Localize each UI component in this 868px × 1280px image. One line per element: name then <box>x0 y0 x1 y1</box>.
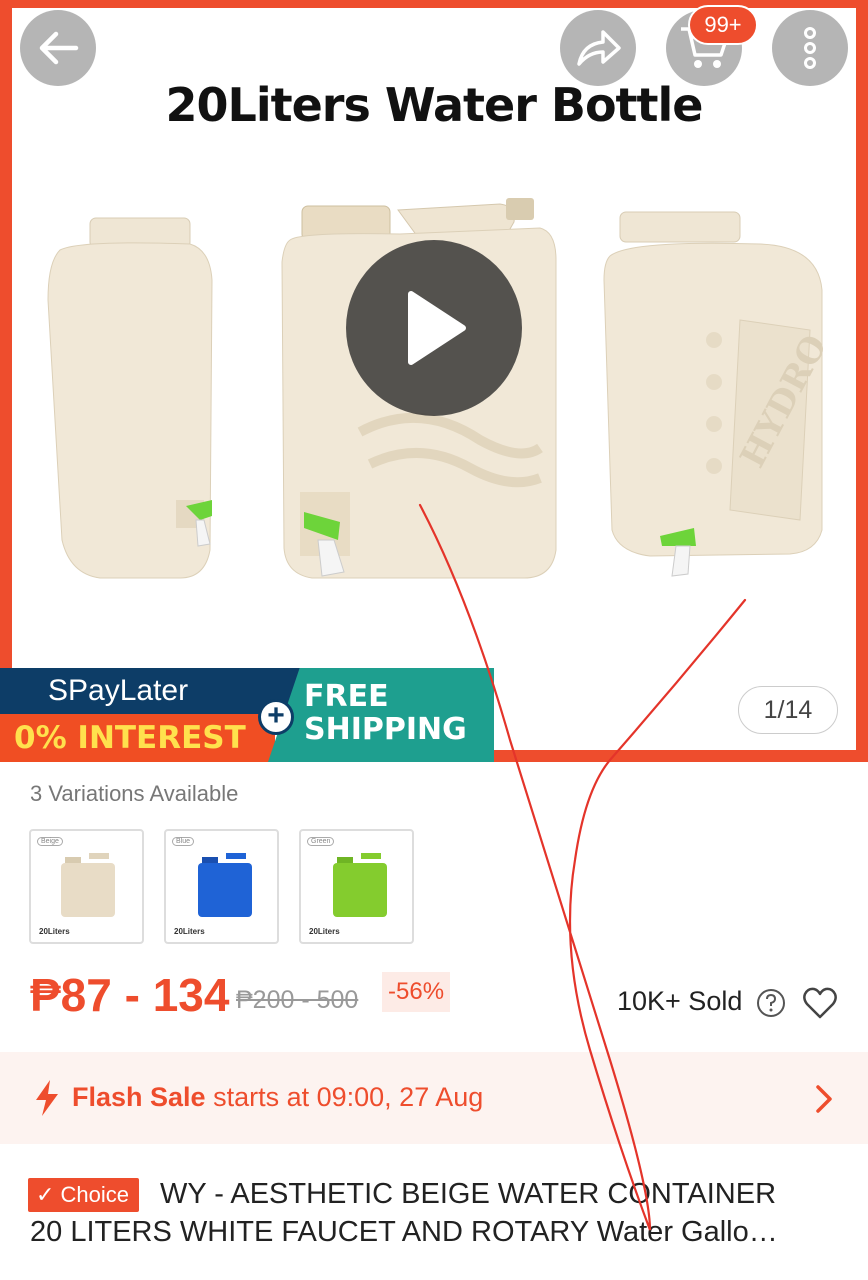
play-video-button[interactable] <box>346 240 522 416</box>
question-icon[interactable] <box>756 988 786 1018</box>
image-pager: 1/14 <box>738 686 838 734</box>
share-icon <box>577 30 621 66</box>
cart-count-badge: 99+ <box>688 5 758 45</box>
choice-badge: ✓ Choice <box>28 1178 140 1212</box>
variation-green[interactable]: Green 20Liters <box>299 829 414 944</box>
variation-tag: Beige <box>37 837 63 846</box>
paylater-label: SPayLater <box>0 668 300 714</box>
product-title-line-1: WY - AESTHETIC BEIGE WATER CONTAINER <box>160 1178 777 1210</box>
variations-label: 3 Variations Available <box>30 781 239 806</box>
jug-side-view <box>47 217 213 579</box>
shipping-line-2: SHIPPING <box>304 712 467 747</box>
jug-angled-view: HYDRO <box>603 211 835 577</box>
variation-caption: 20Liters <box>174 927 205 936</box>
original-price: ₱200 - 500 <box>236 986 359 1014</box>
variation-caption: 20Liters <box>309 927 340 936</box>
discount-badge: -56% <box>382 972 451 1012</box>
interest-label: 0% INTEREST <box>0 714 275 762</box>
variation-beige[interactable]: Beige 20Liters <box>29 829 144 944</box>
variation-tag: Blue <box>172 837 195 846</box>
flash-sale-bar[interactable]: Flash Sale starts at 09:00, 27 Aug <box>0 1052 868 1144</box>
flash-sale-time: starts at 09:00, 27 Aug <box>205 1082 484 1112</box>
free-shipping-banner: FREE SHIPPING <box>268 668 494 762</box>
back-arrow-icon <box>39 31 79 65</box>
variation-blue[interactable]: Blue 20Liters <box>164 829 279 944</box>
sold-count: 10K+ Sold <box>617 986 743 1016</box>
product-image-carousel[interactable]: 20Liters Water Bottle HYDRO 99+ SPayLate… <box>0 0 868 762</box>
beige-jug-thumbnail <box>61 853 115 917</box>
share-button[interactable] <box>560 10 636 86</box>
green-jug-thumbnail <box>333 853 387 917</box>
play-icon <box>408 291 466 365</box>
blue-jug-thumbnail <box>198 853 252 917</box>
variation-caption: 20Liters <box>39 927 70 936</box>
more-options-button[interactable] <box>772 10 848 86</box>
shipping-line-1: FREE <box>304 679 389 714</box>
price-range: ₱87 - 134 <box>30 969 230 1021</box>
paylater-banner: SPayLater 0% INTEREST <box>0 668 300 762</box>
variation-tag: Green <box>307 837 335 846</box>
flash-sale-label: Flash Sale <box>72 1082 206 1112</box>
heart-icon[interactable] <box>802 986 838 1020</box>
lightning-icon <box>36 1080 58 1116</box>
back-button[interactable] <box>20 10 96 86</box>
plus-icon: + <box>258 699 294 735</box>
product-title-line-2: 20 LITERS WHITE FAUCET AND ROTARY Water … <box>30 1216 778 1248</box>
chevron-right-icon <box>816 1085 832 1113</box>
more-icon <box>804 27 816 69</box>
